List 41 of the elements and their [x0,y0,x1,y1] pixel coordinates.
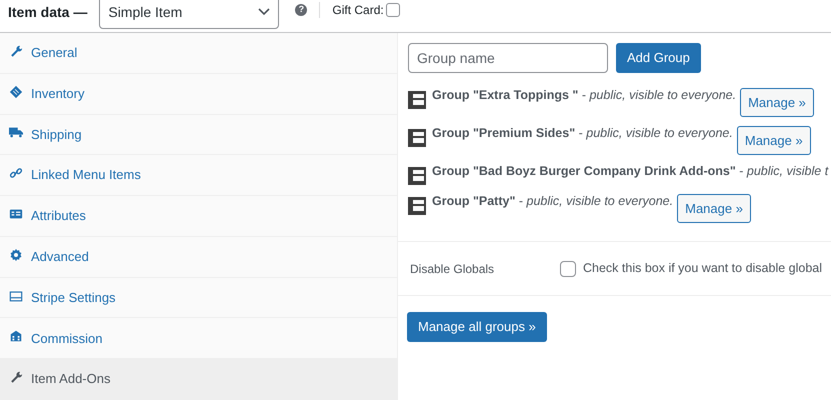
add-group-button[interactable]: Add Group [616,43,701,73]
sidebar-tab[interactable]: Stripe Settings [0,278,397,318]
group-description: Group "Patty" - public, visible to everyone. [432,193,674,210]
manage-all-groups-button[interactable]: Manage all groups » [407,312,547,342]
truck-icon [9,125,23,140]
tag-icon [9,84,23,99]
sidebar-tab[interactable]: Item Add-Ons [0,359,397,400]
help-icon[interactable]: ? [295,4,308,16]
sidebar-tab[interactable]: Shipping [0,114,397,156]
wrench-icon [9,370,23,384]
sidebar-tab[interactable]: Inventory [0,74,397,115]
selected-value: Simple Item [108,2,182,22]
group-description: Group "Premium Sides" - public, visible to everyone. [432,125,733,142]
building-icon [9,329,23,344]
credit-card-icon [9,288,23,303]
settings-icon [9,248,23,262]
item-type-select[interactable]: Simple Item [99,0,280,29]
list-icon [408,197,426,215]
group-description: Group "Extra Toppings " - public, visible to everyone. [432,87,736,104]
sidebar-tab[interactable]: Advanced [0,236,397,278]
link-icon [9,166,23,180]
sidebar-tab[interactable]: General [0,33,397,74]
wrench-icon [9,44,23,58]
list-icon [408,91,426,109]
chevron-down-icon [258,8,270,16]
list-icon [408,129,426,147]
gift-card-checkbox[interactable] [386,3,400,17]
group-description: Group "Bad Boyz Burger Company Drink Add-ons" - public, visible t [432,163,828,180]
sidebar-tab[interactable]: Attributes [0,196,397,237]
manage-button[interactable]: Manage » [740,88,814,117]
manage-button[interactable]: Manage » [677,194,751,223]
id-card-icon [9,207,23,222]
manage-button[interactable]: Manage » [736,126,811,155]
setting-label: Disable Globals [410,260,496,278]
list-icon [408,167,426,185]
sidebar-tab[interactable]: Linked Menu Items [0,155,397,196]
checkbox-description: Check this box if you want to disable global [583,260,822,278]
disable-globals-checkbox[interactable] [560,260,576,276]
gift-card-label: Gift Card: [332,2,384,19]
panel-title: Item data — [8,2,88,22]
group-name-field[interactable]: Group name [408,43,608,73]
